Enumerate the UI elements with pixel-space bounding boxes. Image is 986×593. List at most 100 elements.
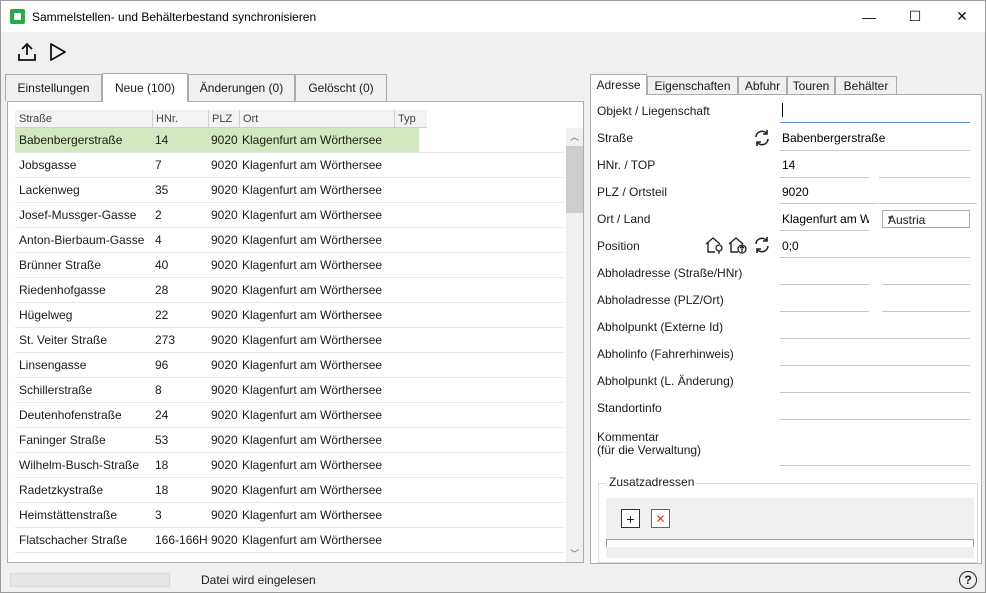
minimize-button[interactable]: — (846, 1, 892, 32)
cell-strasse: Hügelweg (19, 308, 73, 322)
plus-icon: + (626, 510, 635, 527)
table-row[interactable]: Flatschacher Straße 166-166H 9020 Klagenfur… (15, 528, 563, 553)
cell-plz: 9020 (211, 533, 238, 547)
cell-hnr: 28 (155, 283, 169, 297)
cell-strasse: Heimstättenstraße (19, 508, 118, 522)
abholinfo-input[interactable] (780, 365, 970, 366)
cell-strasse: Faninger Straße (19, 433, 106, 447)
abholadresse-ort-input[interactable] (882, 311, 970, 312)
abholadresse-str-input[interactable] (780, 284, 869, 285)
locate-button[interactable] (704, 235, 724, 255)
table-row[interactable]: Josef-Mussger-Gasse 2 9020 Klagenfurt am Wö… (15, 203, 563, 228)
column-header-ort[interactable]: Ort (243, 113, 258, 125)
column-header-plz[interactable]: PLZ (212, 113, 232, 125)
table-row[interactable]: Riedenhofgasse 28 9020 Klagenfurt am Wörthe… (15, 278, 563, 303)
abholadresse-plz-input[interactable] (780, 311, 869, 312)
tab-einstellungen[interactable]: Einstellungen (5, 74, 102, 101)
land-select[interactable]: Austria ▾ (882, 210, 970, 228)
cell-strasse: Deutenhofenstraße (19, 408, 122, 422)
cell-ort: Klagenfurt am Wörthersee (242, 233, 383, 247)
hnr-input[interactable]: 14 (782, 158, 795, 172)
column-divider[interactable] (394, 110, 395, 128)
add-address-button[interactable]: + (621, 509, 640, 528)
column-divider[interactable] (152, 110, 153, 128)
column-header-strasse[interactable]: Straße (19, 113, 52, 125)
tab-geloescht[interactable]: Gelöscht (0) (295, 74, 387, 101)
tab-eigenschaften[interactable]: Eigenschaften (647, 76, 738, 94)
cell-ort: Klagenfurt am Wörthersee (242, 358, 383, 372)
abholpunkt-ext-label: Abholpunkt (Externe Id) (597, 320, 724, 334)
tab-behaelter[interactable]: Behälter (835, 76, 897, 94)
tab-adresse[interactable]: Adresse (590, 74, 647, 95)
table-row[interactable]: Wilhelm-Busch-Straße 18 9020 Klagenfurt am … (15, 453, 563, 478)
standortinfo-input[interactable] (780, 419, 970, 420)
table-row[interactable]: Radetzkystraße 18 9020 Klagenfurt am Wörthe… (15, 478, 563, 503)
refresh-icon (755, 237, 769, 253)
refresh-street-button[interactable] (752, 128, 772, 148)
cell-ort: Klagenfurt am Wörthersee (242, 133, 383, 147)
cell-plz: 9020 (211, 208, 238, 222)
maximize-button[interactable]: ☐ (892, 1, 938, 32)
abholpunkt-aend-label: Abholpunkt (L. Änderung) (597, 374, 734, 388)
scrollbar-thumb[interactable] (566, 146, 583, 213)
table-row[interactable]: Deutenhofenstraße 24 9020 Klagenfurt am Wör… (15, 403, 563, 428)
standortinfo-label: Standortinfo (597, 401, 662, 415)
status-text: Datei wird eingelesen (201, 573, 316, 587)
table-row[interactable]: St. Veiter Straße 273 9020 Klagenfurt am Wö… (15, 328, 563, 353)
position-input[interactable]: 0;0 (782, 239, 799, 253)
table-row[interactable]: Hügelweg 22 9020 Klagenfurt am Wörthersee (15, 303, 563, 328)
table-row[interactable]: Faninger Straße 53 9020 Klagenfurt am Wörth… (15, 428, 563, 453)
address-grid[interactable]: Straße HNr. PLZ Ort Typ Babenbergerstraß… (9, 108, 565, 560)
text-cursor (782, 103, 783, 117)
plz-input[interactable]: 9020 (782, 185, 809, 199)
play-button[interactable] (45, 40, 69, 64)
app-icon (10, 9, 25, 24)
chevron-down-icon: ▾ (888, 213, 893, 223)
cell-plz: 9020 (211, 333, 238, 347)
tab-touren[interactable]: Touren (787, 76, 835, 94)
upload-position-button[interactable] (727, 235, 747, 255)
cell-plz: 9020 (211, 483, 238, 497)
ort-label: Ort / Land (597, 212, 651, 226)
table-row[interactable]: Jobsgasse 7 9020 Klagenfurt am Wörthersee (15, 153, 563, 178)
cell-strasse: Brünner Straße (19, 258, 102, 272)
table-row[interactable]: Lackenweg 35 9020 Klagenfurt am Wörthersee (15, 178, 563, 203)
cell-ort: Klagenfurt am Wörthersee (242, 208, 383, 222)
table-row[interactable]: Anton-Bierbaum-Gasse 4 9020 Klagenfurt am W… (15, 228, 563, 253)
table-row[interactable]: Babenbergerstraße 14 9020 Klagenfurt am Wör… (15, 128, 563, 153)
abholpunkt-ext-input[interactable] (780, 338, 970, 339)
strasse-input[interactable]: Babenbergerstraße (782, 131, 885, 145)
grid-header: Straße HNr. PLZ Ort Typ (15, 110, 427, 128)
abholpunkt-aend-input[interactable] (780, 392, 970, 393)
table-row[interactable]: Linsengasse 96 9020 Klagenfurt am Wörtherse… (15, 353, 563, 378)
status-bar: Datei wird eingelesen ? (1, 566, 985, 592)
scroll-up-icon[interactable]: ︿ (566, 128, 583, 145)
table-row[interactable]: Schillerstraße 8 9020 Klagenfurt am Wörther… (15, 378, 563, 403)
table-row[interactable]: Brünner Straße 40 9020 Klagenfurt am Wörthe… (15, 253, 563, 278)
abholadresse-hnr-input[interactable] (882, 284, 970, 285)
tab-neue[interactable]: Neue (100) (102, 73, 188, 102)
kommentar-input[interactable] (780, 465, 970, 466)
hnr-underline (780, 177, 869, 178)
upload-button[interactable] (15, 40, 39, 64)
help-icon[interactable]: ? (959, 571, 977, 589)
cell-plz: 9020 (211, 133, 238, 147)
refresh-position-button[interactable] (752, 235, 772, 255)
column-divider[interactable] (239, 110, 240, 128)
column-header-hnr[interactable]: HNr. (156, 113, 178, 125)
cell-plz: 9020 (211, 183, 238, 197)
column-header-typ[interactable]: Typ (398, 113, 416, 125)
grid-scrollbar[interactable]: ︿ ﹀ (566, 128, 583, 562)
ort-input[interactable]: Klagenfurt am W (782, 212, 869, 226)
position-underline (780, 257, 970, 258)
table-row[interactable]: Heimstättenstraße 3 9020 Klagenfurt am Wört… (15, 503, 563, 528)
column-divider[interactable] (208, 110, 209, 128)
scroll-down-icon[interactable]: ﹀ (566, 545, 583, 562)
cell-ort: Klagenfurt am Wörthersee (242, 533, 383, 547)
cell-hnr: 2 (155, 208, 162, 222)
tab-aenderungen[interactable]: Änderungen (0) (188, 74, 295, 101)
close-button[interactable]: ✕ (939, 1, 985, 32)
tab-abfuhr[interactable]: Abfuhr (738, 76, 787, 94)
delete-address-button[interactable]: ✕ (651, 509, 670, 528)
cell-hnr: 40 (155, 258, 169, 272)
